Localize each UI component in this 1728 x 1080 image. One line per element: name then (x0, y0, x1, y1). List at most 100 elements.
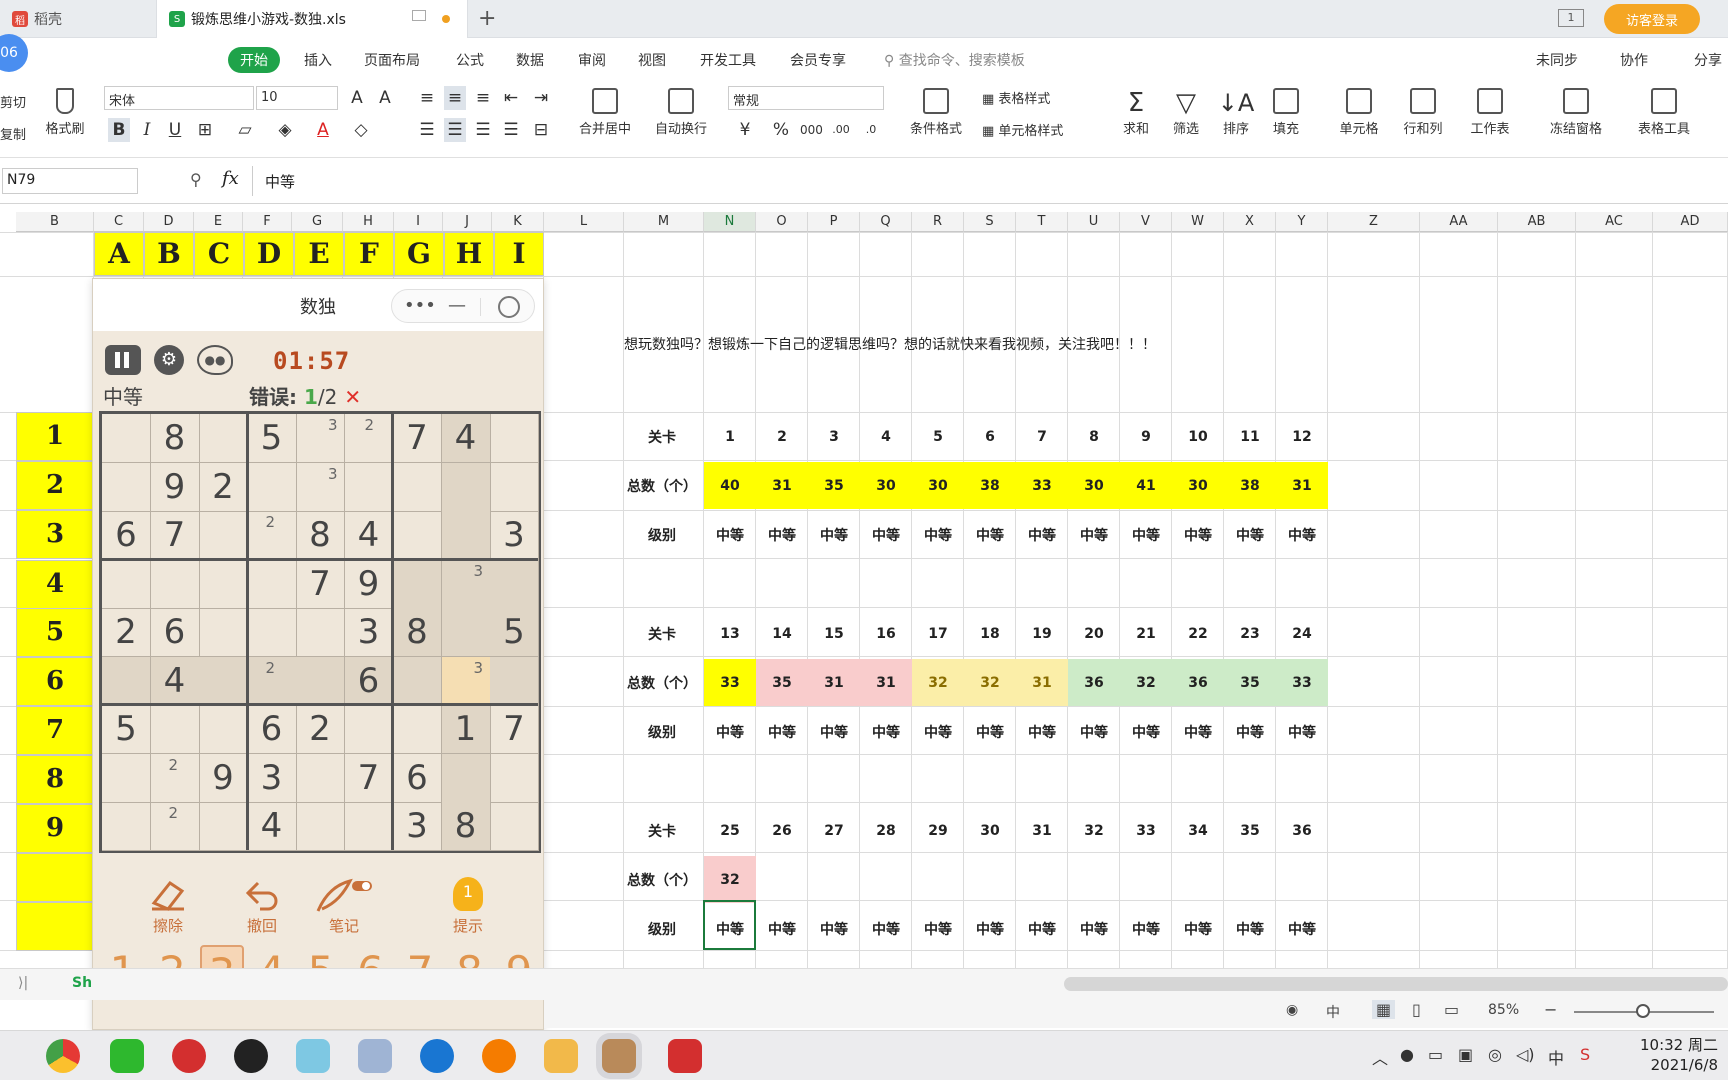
column-header-w[interactable]: W (1172, 212, 1224, 232)
network-icon[interactable]: ▣ (1458, 1045, 1473, 1064)
close-target-icon[interactable] (498, 296, 520, 318)
row-col-button[interactable]: 行和列 (1394, 88, 1452, 137)
formula-input[interactable]: 中等 (252, 166, 1724, 196)
column-header-s[interactable]: S (964, 212, 1016, 232)
font-color-button[interactable]: A (312, 118, 334, 142)
column-header-i[interactable]: I (394, 212, 443, 232)
sudoku-cell[interactable] (296, 753, 345, 803)
chrome-icon[interactable] (46, 1039, 80, 1073)
sudoku-cell[interactable] (296, 414, 345, 463)
sudoku-cell[interactable]: 9 (199, 753, 248, 803)
cell-button[interactable]: 单元格 (1330, 88, 1388, 137)
sudoku-cell[interactable]: 1 (441, 705, 491, 754)
minimize-icon[interactable]: — (448, 295, 466, 316)
decimal-increase-icon[interactable]: .00 (830, 118, 852, 142)
sudoku-cell[interactable] (393, 705, 442, 754)
freeze-panes-button[interactable]: 冻结窗格 (1536, 88, 1616, 137)
indent-increase-icon[interactable]: ⇥ (530, 86, 552, 110)
level-grade[interactable]: 中等 (912, 708, 964, 756)
sudoku-cell[interactable] (490, 753, 539, 803)
column-header-o[interactable]: O (756, 212, 808, 232)
menu-page-layout[interactable]: 页面布局 (364, 50, 420, 70)
level-grade[interactable]: 中等 (1224, 708, 1276, 756)
sudoku-cell[interactable] (393, 656, 442, 706)
merge-center-button[interactable]: 合并居中 (566, 88, 644, 137)
sudoku-cell[interactable]: 3 (344, 608, 394, 657)
sudoku-cell[interactable] (441, 462, 491, 512)
level-grade[interactable]: 中等 (1068, 905, 1120, 953)
thousands-icon[interactable]: 000 (800, 118, 823, 142)
column-header-m[interactable]: M (624, 212, 704, 232)
level-grade[interactable]: 中等 (1016, 905, 1068, 953)
level-grade[interactable]: 中等 (1276, 905, 1328, 953)
currency-icon[interactable]: ¥ (734, 118, 756, 142)
sudoku-cell[interactable] (296, 802, 345, 851)
hint-button[interactable]: 1 提示 (423, 877, 513, 936)
justify-icon[interactable]: ☰ (500, 118, 522, 142)
font-grow-button[interactable]: A (346, 86, 368, 110)
level-grade[interactable]: 中等 (1172, 905, 1224, 953)
zoom-slider-thumb[interactable] (1636, 1004, 1650, 1018)
clear-icon[interactable]: ◇ (350, 118, 372, 142)
collaborate-button[interactable]: 协作 (1620, 50, 1648, 70)
underline-button[interactable]: U (164, 118, 186, 142)
sudoku-cell[interactable] (441, 511, 491, 560)
table-style-button[interactable]: ▦ 表格样式 (982, 88, 1082, 107)
page-break-view-icon[interactable]: ▭ (1444, 1000, 1459, 1019)
column-header-q[interactable]: Q (860, 212, 912, 232)
undo-button[interactable]: 撤回 (217, 877, 307, 936)
sudoku-cell[interactable]: 5 (490, 608, 539, 657)
level-grade[interactable]: 中等 (912, 511, 964, 559)
sudoku-cell[interactable] (102, 414, 151, 463)
sudoku-cell[interactable] (344, 802, 394, 851)
menu-view[interactable]: 视图 (638, 50, 666, 70)
system-clock[interactable]: 10:32 周二 2021/6/8 (1618, 1035, 1718, 1075)
column-header-u[interactable]: U (1068, 212, 1120, 232)
level-grade[interactable]: 中等 (808, 511, 860, 559)
erase-button[interactable]: 擦除 (123, 877, 213, 936)
column-header-ab[interactable]: AB (1498, 212, 1576, 232)
tray-expand-icon[interactable]: ︿ (1372, 1045, 1388, 1069)
eye-icon[interactable]: ◉ (1286, 1002, 1298, 1018)
level-grade[interactable]: 中等 (756, 905, 808, 953)
column-header-t[interactable]: T (1016, 212, 1068, 232)
sudoku-cell[interactable] (102, 559, 151, 609)
menu-data[interactable]: 数据 (516, 50, 544, 70)
align-bottom-icon[interactable]: ≡ (472, 86, 494, 110)
fill-button[interactable]: 填充 (1262, 88, 1310, 137)
mic-icon[interactable]: ● (1400, 1045, 1414, 1064)
sudoku-cell[interactable]: 6 (150, 608, 200, 657)
lang-indicator[interactable]: 中 (1326, 1002, 1340, 1022)
sudoku-cell[interactable]: 6 (393, 753, 442, 803)
sudoku-cell[interactable] (393, 462, 442, 512)
sudoku-cell[interactable] (199, 656, 248, 706)
sudoku-cell[interactable] (441, 656, 491, 706)
sudoku-cell[interactable]: 3 (490, 511, 539, 560)
level-grade[interactable]: 中等 (1224, 905, 1276, 953)
worksheet-button[interactable]: 工作表 (1458, 88, 1522, 137)
align-left-icon[interactable]: ☰ (416, 118, 438, 142)
normal-view-icon[interactable]: ▦ (1372, 1000, 1396, 1019)
align-middle-icon[interactable]: ≡ (444, 86, 466, 110)
sudoku-cell[interactable] (102, 753, 151, 803)
level-grade[interactable]: 中等 (860, 708, 912, 756)
sudoku-cell[interactable] (102, 802, 151, 851)
column-header-e[interactable]: E (194, 212, 243, 232)
sudoku-cell[interactable] (102, 656, 151, 706)
sudoku-cell[interactable] (247, 559, 297, 609)
sudoku-cell[interactable]: 6 (247, 705, 297, 754)
level-grade[interactable]: 中等 (1016, 708, 1068, 756)
column-header-l[interactable]: L (544, 212, 624, 232)
border-button[interactable]: ⊞ (194, 118, 216, 142)
sudoku-cell[interactable]: 2 (296, 705, 345, 754)
sudoku-cell[interactable]: 2 (199, 462, 248, 512)
search-app-icon[interactable] (420, 1039, 454, 1073)
sudoku-cell[interactable] (490, 559, 539, 609)
column-header-r[interactable]: R (912, 212, 964, 232)
column-header-aa[interactable]: AA (1420, 212, 1498, 232)
sudoku-cell[interactable] (344, 705, 394, 754)
column-header-f[interactable]: F (243, 212, 292, 232)
sudoku-cell[interactable] (150, 559, 200, 609)
monitor-icon[interactable] (412, 10, 426, 21)
sudoku-cell[interactable] (296, 656, 345, 706)
